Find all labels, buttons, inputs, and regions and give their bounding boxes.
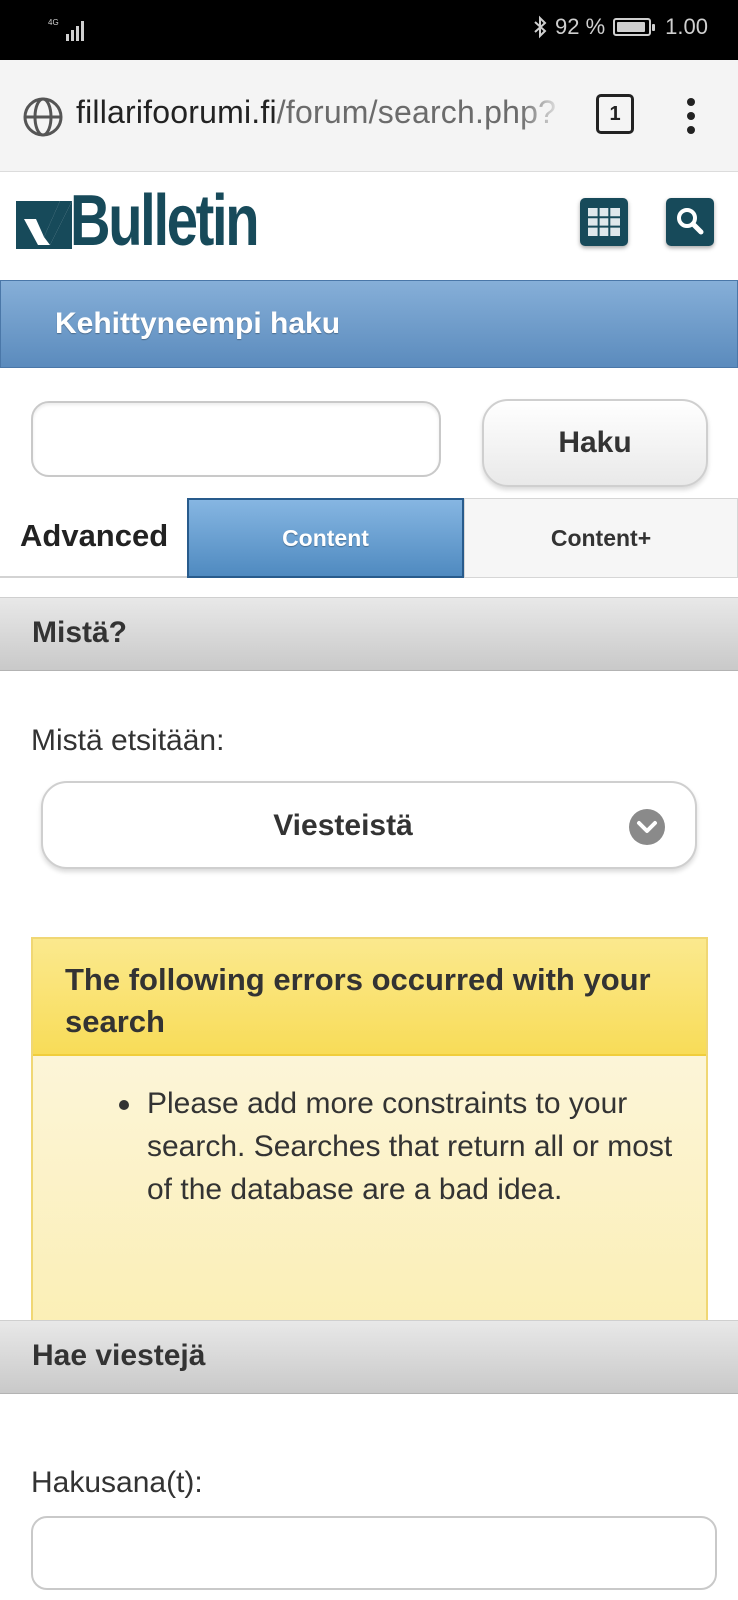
- section-title: Hae viestejä: [32, 1339, 206, 1372]
- url-path: /forum/search.php?: [276, 94, 557, 130]
- svg-text:4G: 4G: [48, 18, 59, 27]
- bullet-icon: [119, 1100, 129, 1110]
- battery-icon: [613, 18, 656, 36]
- clock: 1.00: [665, 14, 708, 39]
- apps-grid-button[interactable]: [580, 198, 628, 246]
- status-bar: 4G 92 % 1.00: [0, 0, 738, 60]
- search-in-select[interactable]: Viesteistä: [41, 781, 697, 869]
- vbulletin-logo[interactable]: Bulletin: [16, 181, 310, 261]
- logo-text: Bulletin: [70, 181, 260, 261]
- error-item: Please add more constraints to your sear…: [147, 1087, 673, 1206]
- site-header: Bulletin: [0, 172, 738, 276]
- tab-switcher-button[interactable]: 1: [596, 94, 634, 134]
- logo-check-icon: [16, 201, 72, 249]
- browser-address-bar: fillarifoorumi.fi/forum/search.php? 1: [0, 60, 738, 172]
- tab-advanced-label: Advanced: [20, 518, 169, 553]
- battery-percent: 92 %: [555, 14, 606, 39]
- section-header-posts: Hae viestejä: [0, 1320, 738, 1394]
- keywords-label: Hakusana(t):: [31, 1466, 203, 1499]
- bluetooth-icon: [534, 15, 547, 39]
- search-button[interactable]: Haku: [482, 399, 708, 487]
- page-title-bar: Kehittyneempi haku: [0, 280, 738, 368]
- keywords-input[interactable]: [31, 1516, 717, 1590]
- error-body: Please add more constraints to your sear…: [33, 1056, 706, 1322]
- grid-icon: [588, 208, 620, 236]
- header-search-button[interactable]: [666, 198, 714, 246]
- error-header: The following errors occurred with your …: [33, 939, 706, 1056]
- tab-content[interactable]: Content: [187, 498, 464, 578]
- page-title: Kehittyneempi haku: [55, 307, 341, 340]
- globe-icon[interactable]: [22, 96, 64, 138]
- search-input[interactable]: [31, 401, 441, 477]
- url-field[interactable]: fillarifoorumi.fi/forum/search.php?: [76, 94, 562, 131]
- section-title: Mistä?: [32, 616, 128, 649]
- error-message-box: The following errors occurred with your …: [31, 937, 708, 1322]
- overflow-menu-icon[interactable]: [684, 98, 698, 134]
- tab-content-plus[interactable]: Content+: [464, 498, 738, 578]
- search-tabs: Advanced Content Content+: [0, 498, 738, 578]
- signal-icon: 4G: [48, 18, 84, 41]
- section-header-where: Mistä?: [0, 597, 738, 671]
- chevron-down-icon: [629, 809, 665, 845]
- url-host: fillarifoorumi.fi: [76, 94, 277, 130]
- url-fade: [520, 90, 564, 142]
- error-heading: The following errors occurred with your …: [65, 962, 651, 1039]
- select-value: Viesteistä: [273, 809, 413, 842]
- search-in-label: Mistä etsitään:: [31, 724, 225, 757]
- search-icon: [677, 208, 704, 235]
